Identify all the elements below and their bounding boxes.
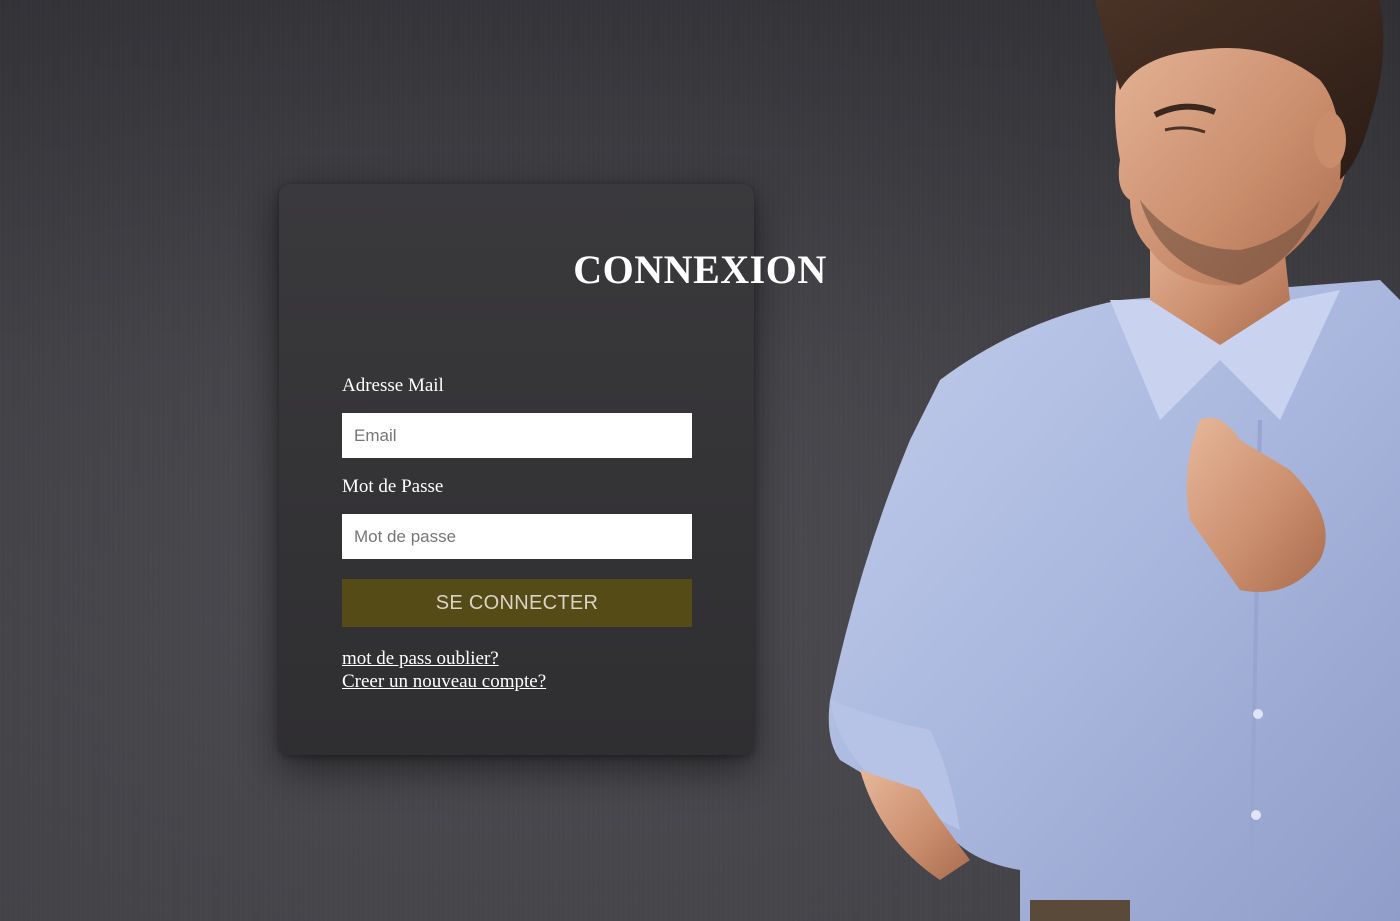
forgot-password-link[interactable]: mot de pass oublier? [342, 647, 499, 670]
password-input[interactable] [342, 514, 692, 559]
email-label: Adresse Mail [342, 375, 444, 396]
email-input[interactable] [342, 413, 692, 458]
create-account-link[interactable]: Creer un nouveau compte? [342, 670, 546, 693]
login-title: CONNEXION [573, 247, 827, 292]
password-label: Mot de Passe [342, 476, 444, 497]
hero-model-photo [820, 0, 1400, 921]
login-submit-button[interactable]: SE CONNECTER [342, 579, 692, 627]
